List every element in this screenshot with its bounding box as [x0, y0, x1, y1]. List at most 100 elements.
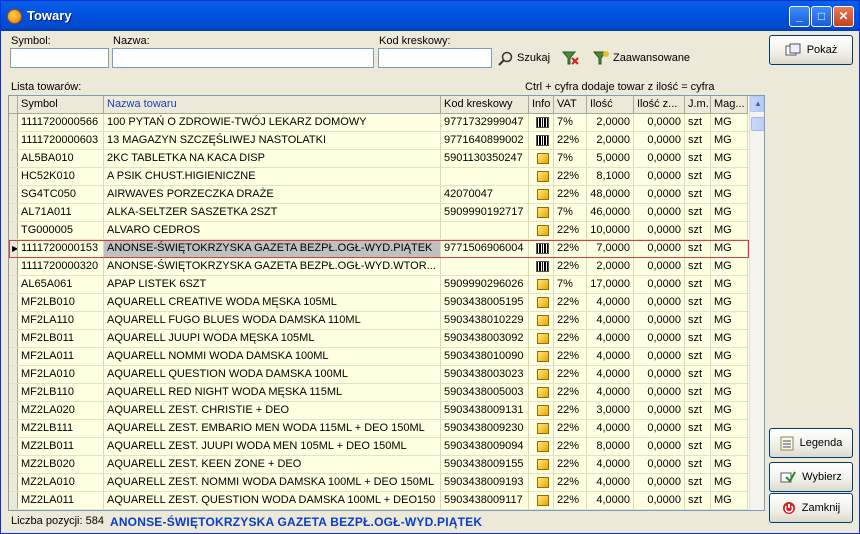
close-button[interactable]: Zamknij: [769, 493, 853, 523]
cell-name: 13 MAGAZYN SZCZĘŚLIWEJ NASTOLATKI: [104, 132, 441, 149]
name-input[interactable]: [112, 48, 374, 68]
symbol-input[interactable]: [10, 48, 109, 68]
cell-symbol: MF2LB010: [18, 294, 104, 311]
cell-mag: MG: [711, 294, 748, 311]
cell-qty: 4,0000: [587, 348, 634, 365]
cell-symbol: SG4TC050: [18, 186, 104, 203]
cell-qty: 2,0000: [587, 132, 634, 149]
products-grid[interactable]: Symbol Nazwa towaru Kod kreskowy Info VAT Ilo…: [8, 95, 765, 511]
column-header[interactable]: Ilość z...: [634, 96, 685, 114]
cell-qty: 4,0000: [587, 456, 634, 473]
column-header[interactable]: Nazwa towaru: [104, 96, 441, 114]
table-row[interactable]: ▶ 1111720000153 ANONSE-ŚWIĘTOKRZYSKA GAZET…: [9, 240, 749, 258]
column-header[interactable]: Symbol: [18, 96, 104, 114]
cell-info: [529, 150, 554, 167]
column-header[interactable]: Mag...: [711, 96, 748, 114]
cell-jm: szt: [685, 114, 711, 131]
scroll-up-button[interactable]: ▲: [750, 96, 764, 112]
table-row[interactable]: MZ2LA020 AQUARELL ZEST. CHRISTIE + DEO 590…: [9, 402, 749, 420]
table-row[interactable]: MF2LA110 AQUARELL FUGO BLUES WODA DAMSKA …: [9, 312, 749, 330]
row-indicator: [9, 258, 18, 275]
table-row[interactable]: SG4TC050 AIRWAVES PORZECZKA DRAŻE 42070047…: [9, 186, 749, 204]
search-button[interactable]: Szukaj: [498, 47, 550, 69]
legend-button[interactable]: Legenda: [769, 428, 853, 458]
cell-code: 5903438003023: [441, 366, 529, 383]
cell-info: [529, 402, 554, 419]
row-indicator: [9, 168, 18, 185]
cell-vat: 7%: [554, 276, 587, 293]
hint-text: Ctrl + cyfra dodaje towar z ilość = cyfr…: [525, 81, 715, 93]
table-row[interactable]: AL71A011 ALKA-SELTZER SASZETKA 2SZT 590999…: [9, 204, 749, 222]
cell-jm: szt: [685, 438, 711, 455]
table-row[interactable]: MZ2LB020 AQUARELL ZEST. KEEN ZONE + DEO 59…: [9, 456, 749, 474]
package-icon: [536, 350, 549, 362]
cell-name: AQUARELL QUESTION WODA DAMSKA 100ML: [104, 366, 441, 383]
cell-mag: MG: [711, 258, 748, 275]
cell-mag: MG: [711, 240, 748, 257]
column-header[interactable]: VAT: [554, 96, 587, 114]
select-button[interactable]: Wybierz: [769, 462, 853, 492]
table-row[interactable]: MF2LA011 AQUARELL NOMMI WODA DAMSKA 100ML…: [9, 348, 749, 366]
advanced-button[interactable]: Zaawansowane: [593, 47, 690, 69]
vertical-scrollbar[interactable]: ▲: [749, 96, 764, 510]
cell-mag: MG: [711, 312, 748, 329]
package-icon: [536, 422, 549, 434]
show-button[interactable]: Pokaż: [769, 35, 853, 65]
cell-mag: MG: [711, 366, 748, 383]
table-row[interactable]: MF2LA010 AQUARELL QUESTION WODA DAMSKA 10…: [9, 366, 749, 384]
cell-info: [529, 204, 554, 221]
table-row[interactable]: MZ2LB111 AQUARELL ZEST. EMBARIO MEN WODA …: [9, 420, 749, 438]
item-count: Liczba pozycji: 584: [11, 515, 104, 527]
table-row[interactable]: 1111720000320 ANONSE-ŚWIĘTOKRZYSKA GAZETA…: [9, 258, 749, 276]
column-header[interactable]: Ilość: [587, 96, 634, 114]
table-row[interactable]: MZ2LA010 AQUARELL ZEST. NOMMI WODA DAMSKA…: [9, 474, 749, 492]
cell-mag: MG: [711, 186, 748, 203]
scroll-thumb[interactable]: [751, 117, 764, 131]
table-row[interactable]: MZ2LA011 AQUARELL ZEST. QUESTION WODA DAM…: [9, 492, 749, 510]
table-row[interactable]: AL5BA010 2KC TABLETKA NA KACA DISP 5901130…: [9, 150, 749, 168]
column-header[interactable]: J.m.: [685, 96, 711, 114]
barcode-input[interactable]: [378, 48, 492, 68]
table-row[interactable]: MF2LB010 AQUARELL CREATIVE WODA MĘSKA 105…: [9, 294, 749, 312]
package-icon: [536, 386, 549, 398]
cell-code: [441, 222, 529, 239]
row-indicator: [9, 186, 18, 203]
towary-window: Towary _ □ ✕ Symbol: Nazwa: Kod kreskowy…: [0, 0, 860, 534]
cell-qty: 4,0000: [587, 474, 634, 491]
column-header[interactable]: Info: [529, 96, 554, 114]
table-row[interactable]: 1111720000603 13 MAGAZYN SZCZĘŚLIWEJ NAST…: [9, 132, 749, 150]
cell-symbol: MZ2LB011: [18, 438, 104, 455]
power-icon: [782, 502, 795, 514]
maximize-button[interactable]: □: [811, 6, 832, 27]
cell-symbol: AL5BA010: [18, 150, 104, 167]
cell-code: 5901130350247: [441, 150, 529, 167]
table-row[interactable]: MF2LB110 AQUARELL RED NIGHT WODA MĘSKA 11…: [9, 384, 749, 402]
table-row[interactable]: AL65A061 APAP LISTEK 6SZT 5909990296026 7% 1…: [9, 276, 749, 294]
close-window-button[interactable]: ✕: [833, 6, 854, 27]
barcode-label: Kod kreskowy:: [379, 35, 451, 47]
table-row[interactable]: 1111720000566 100 PYTAŃ O ZDROWIE-TWÓJ LE…: [9, 114, 749, 132]
cell-qtyz: 0,0000: [634, 240, 685, 257]
table-row[interactable]: MZ2LB011 AQUARELL ZEST. JUUPI WODA MEN 10…: [9, 438, 749, 456]
column-header[interactable]: Kod kreskowy: [441, 96, 529, 114]
cell-code: 5903438005195: [441, 294, 529, 311]
show-icon: [785, 43, 801, 56]
cell-info: [529, 294, 554, 311]
show-label: Pokaż: [806, 44, 838, 56]
clear-filter-button[interactable]: [561, 47, 579, 69]
cell-info: [529, 168, 554, 185]
cell-qty: 3,0000: [587, 402, 634, 419]
cell-jm: szt: [685, 384, 711, 401]
cell-info: [529, 276, 554, 293]
row-indicator: [9, 474, 18, 491]
cell-vat: 22%: [554, 258, 587, 275]
cell-qty: 4,0000: [587, 366, 634, 383]
status-bar: Liczba pozycji: 584 ANONSE-ŚWIĘTOKRZYSKA…: [11, 515, 482, 529]
cell-qtyz: 0,0000: [634, 456, 685, 473]
minimize-button[interactable]: _: [789, 6, 810, 27]
cell-name: AQUARELL ZEST. EMBARIO MEN WODA 115ML + …: [104, 420, 441, 437]
table-row[interactable]: HC52K010 A PSIK CHUST.HIGIENICZNE 22% 8,100…: [9, 168, 749, 186]
table-row[interactable]: MF2LB011 AQUARELL JUUPI WODA MĘSKA 105ML 5…: [9, 330, 749, 348]
table-row[interactable]: TG000005 ALVARO CEDROS 22% 10,0000 0,0000 szt…: [9, 222, 749, 240]
cell-code: 5909990192717: [441, 204, 529, 221]
